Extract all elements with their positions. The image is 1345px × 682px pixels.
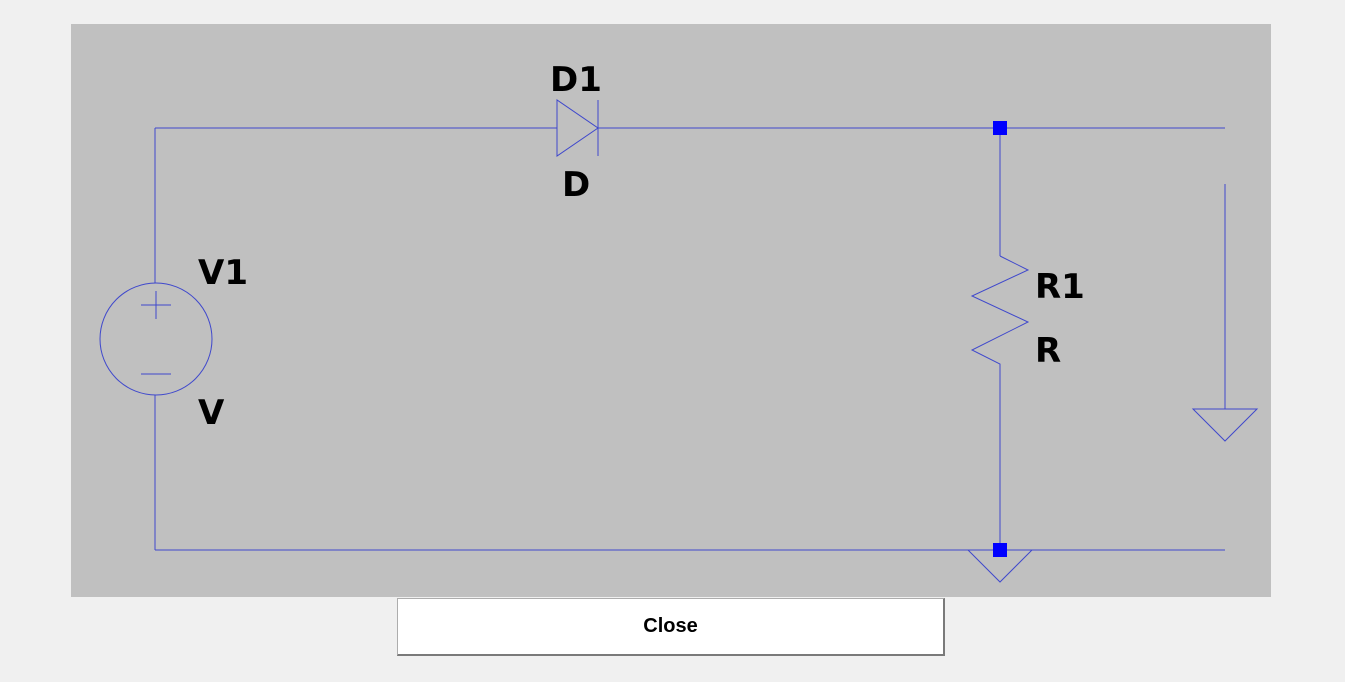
ground-symbol-right — [1191, 408, 1259, 442]
resistor-ref-label: R1 — [1035, 267, 1085, 307]
voltage-source-value-label: V — [198, 393, 225, 433]
junction-bottom — [993, 543, 1007, 557]
diode-triangle — [556, 99, 599, 157]
resistor-zigzag — [970, 255, 1030, 368]
close-button[interactable]: Close — [397, 598, 945, 656]
diode-symbol — [527, 99, 630, 157]
resistor-value-label: R — [1035, 331, 1061, 371]
schematic-canvas: D1 D V1 V R1 R — [71, 24, 1271, 597]
junction-top — [993, 121, 1007, 135]
voltage-source-ref-label: V1 — [198, 253, 248, 293]
resistor-symbol — [970, 255, 1030, 368]
diode-value-label: D — [562, 165, 590, 205]
ground-triangle-right — [1191, 408, 1259, 442]
circuit-diagram: D1 D V1 V R1 R — [99, 60, 1259, 583]
wires — [154, 127, 1226, 551]
voltage-source-symbol — [99, 282, 213, 396]
diode-ref-label: D1 — [550, 60, 602, 100]
